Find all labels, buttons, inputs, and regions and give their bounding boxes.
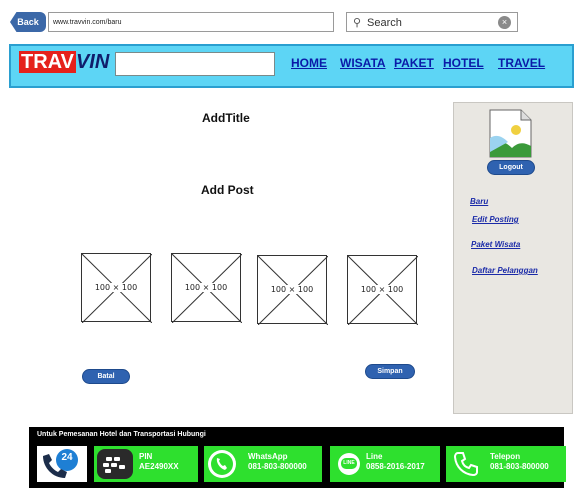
nav-travel[interactable]: TRAVEL [498, 56, 545, 70]
logo-vin: VIN [75, 51, 110, 73]
placeholder-label: 100 × 100 [183, 283, 229, 292]
contact-whatsapp[interactable]: WhatsApp 081-803-800000 [204, 446, 322, 482]
image-placeholder-3[interactable]: 100 × 100 [257, 255, 328, 325]
back-button[interactable]: Back [10, 12, 46, 32]
nav-paket[interactable]: PAKET [394, 56, 434, 70]
image-placeholder-1[interactable]: 100 × 100 [81, 253, 152, 323]
placeholder-label: 100 × 100 [269, 285, 315, 294]
contact-bbm[interactable]: PIN AE2490XX [94, 446, 198, 482]
contact-name: PIN [139, 452, 153, 461]
placeholder-label: 100 × 100 [359, 285, 405, 294]
address-bar[interactable]: www.travvin.com/baru [48, 12, 334, 32]
nav-home[interactable]: HOME [291, 56, 327, 70]
support-24h-badge: 24 [37, 446, 87, 482]
image-placeholder-4[interactable]: 100 × 100 [347, 255, 418, 325]
line-icon: LINE [338, 453, 360, 475]
contact-value: 081-803-800000 [248, 462, 307, 471]
nav-wisata[interactable]: WISATA [340, 56, 386, 70]
contact-name: WhatsApp [248, 452, 288, 461]
logo-trav: TRAV [19, 51, 76, 73]
nav-hotel[interactable]: HOTEL [443, 56, 484, 70]
contact-telepon[interactable]: Telepon 081-803-800000 [446, 446, 566, 482]
sidebar-link-paket-wisata[interactable]: Paket Wisata [471, 240, 520, 249]
phone-icon [452, 450, 480, 478]
browser-search-input[interactable]: ⚲ Search × [346, 12, 518, 32]
bbm-icon [97, 449, 133, 479]
image-placeholder-2[interactable]: 100 × 100 [171, 253, 242, 323]
travvin-logo[interactable]: TRAV VIN [19, 51, 109, 75]
contact-value: AE2490XX [139, 462, 179, 471]
badge-24-text: 24 [61, 452, 73, 463]
sidebar-link-daftar-pelanggan[interactable]: Daftar Pelanggan [472, 266, 538, 275]
save-button[interactable]: Simpan [365, 364, 415, 379]
contact-value: 081-803-800000 [490, 462, 549, 471]
clear-icon[interactable]: × [498, 16, 511, 29]
placeholder-label: 100 × 100 [93, 283, 139, 292]
header-search-input[interactable] [115, 52, 275, 76]
contact-name: Line [366, 452, 383, 461]
search-icon: ⚲ [353, 17, 362, 29]
contact-name: Telepon [490, 452, 521, 461]
search-placeholder: Search [367, 17, 402, 29]
sidebar-link-edit-posting[interactable]: Edit Posting [472, 215, 519, 224]
page-title[interactable]: AddTitle [202, 111, 250, 125]
contact-line[interactable]: LINE Line 0858-2016-2017 [330, 446, 440, 482]
cancel-button[interactable]: Batal [82, 369, 130, 384]
post-body-label[interactable]: Add Post [201, 183, 254, 197]
contact-value: 0858-2016-2017 [366, 462, 425, 471]
footer-title: Untuk Pemesanan Hotel dan Transportasi H… [37, 431, 206, 438]
sidebar-link-baru[interactable]: Baru [470, 197, 488, 206]
logout-button[interactable]: Logout [487, 160, 535, 175]
whatsapp-icon [206, 448, 238, 480]
avatar-image-icon [488, 108, 533, 159]
